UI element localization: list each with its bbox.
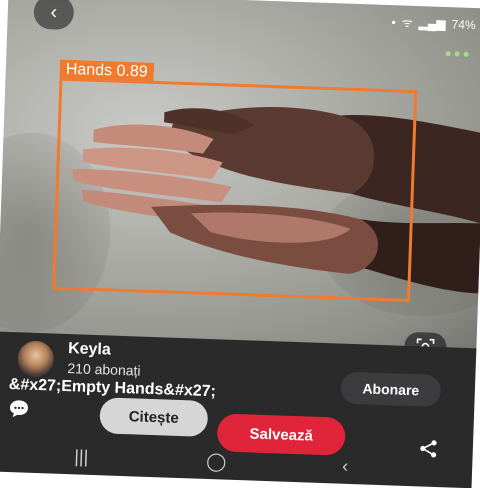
subscriber-count: 210 abonați	[67, 360, 141, 379]
back-arrow-icon: ‹	[50, 0, 58, 23]
share-icon[interactable]	[418, 438, 439, 459]
more-icon[interactable]	[445, 51, 469, 57]
read-button[interactable]: Citește	[99, 397, 209, 437]
status-bar: ▪ ᯤ ▂▄▆ 74%	[391, 13, 476, 33]
notification-icon: ▪	[391, 14, 396, 29]
signal-icon: ▂▄▆	[418, 15, 446, 31]
phone-screen: ▪ ᯤ ▂▄▆ 74% ‹ Hands 0.89 Keyla 210 abona…	[0, 0, 480, 488]
home-icon[interactable]: ◯	[206, 451, 227, 473]
recents-icon[interactable]: |||	[74, 446, 89, 467]
wifi-icon: ᯤ	[401, 15, 413, 30]
battery-text: 74%	[451, 16, 476, 32]
comment-icon[interactable]	[8, 398, 31, 419]
detection-box	[52, 77, 418, 302]
channel-name[interactable]: Keyla	[68, 340, 111, 359]
save-button[interactable]: Salvează	[216, 413, 346, 456]
back-icon[interactable]: ‹	[342, 456, 349, 477]
subscribe-button[interactable]: Abonare	[340, 371, 442, 408]
detection-label: Hands 0.89	[59, 59, 154, 83]
